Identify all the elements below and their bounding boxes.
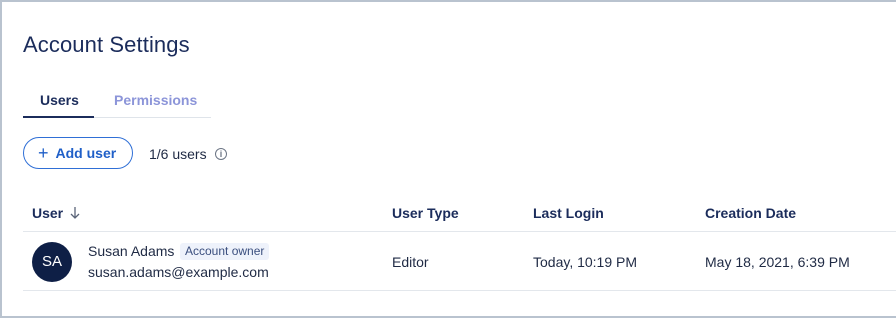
page-title: Account Settings <box>23 32 190 57</box>
row-divider <box>23 290 896 291</box>
last-login-cell: Today, 10:19 PM <box>533 254 638 270</box>
add-user-label: Add user <box>55 145 117 161</box>
header-divider <box>23 231 896 232</box>
column-header-creation-date[interactable]: Creation Date <box>705 205 796 221</box>
tab-bar: Users Permissions <box>23 88 211 118</box>
column-header-last-login[interactable]: Last Login <box>533 205 604 221</box>
plus-icon: + <box>38 142 49 163</box>
user-count: 1/6 users <box>149 146 207 162</box>
arrow-down-icon[interactable] <box>69 205 81 221</box>
active-tab-indicator <box>23 116 94 118</box>
column-header-user[interactable]: User <box>32 205 63 221</box>
user-email: susan.adams@example.com <box>88 264 269 280</box>
add-user-button[interactable]: + Add user <box>23 137 133 169</box>
tab-permissions[interactable]: Permissions <box>114 92 197 108</box>
column-header-user-type[interactable]: User Type <box>392 205 459 221</box>
user-name: Susan Adams <box>88 243 175 259</box>
user-type-cell: Editor <box>392 254 429 270</box>
app-window: Account Settings Users Permissions + Add… <box>0 0 896 318</box>
account-owner-badge: Account owner <box>180 243 270 260</box>
avatar: SA <box>32 242 72 282</box>
tab-users[interactable]: Users <box>40 92 79 108</box>
info-icon[interactable]: i <box>215 148 227 160</box>
creation-date-cell: May 18, 2021, 6:39 PM <box>705 254 850 270</box>
